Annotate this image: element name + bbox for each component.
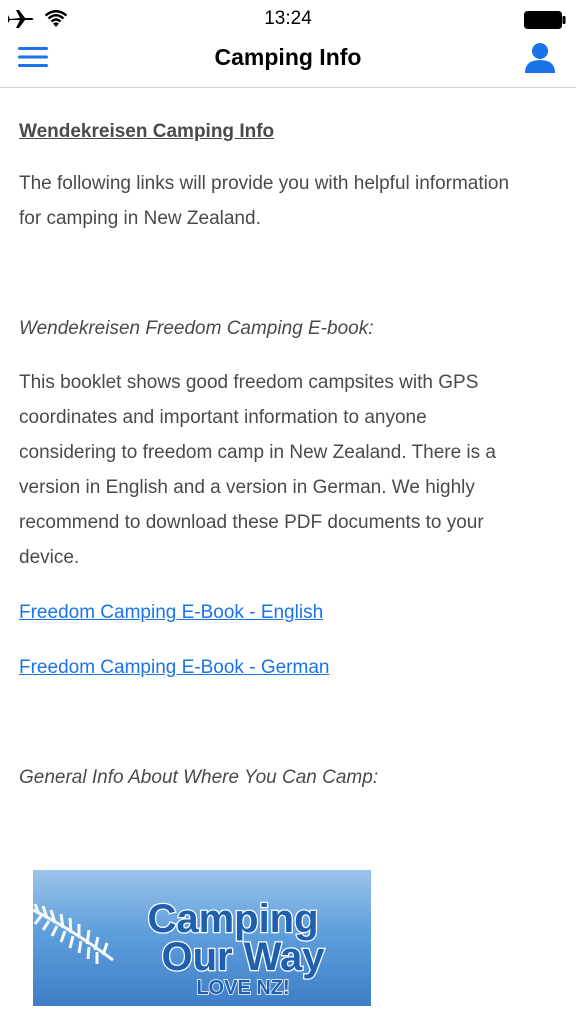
section-heading: Wendekreisen Camping Info — [19, 121, 275, 142]
desc-line: This booklet shows good freedom campsite… — [19, 372, 479, 393]
ebook-description: This booklet shows good freedom campsite… — [19, 365, 549, 575]
banner-line3: LOVE NZ! — [196, 977, 289, 999]
ebook-section-title: Wendekreisen Freedom Camping E-book: — [19, 318, 374, 339]
profile-button[interactable] — [522, 40, 562, 76]
ebook-english-link[interactable]: Freedom Camping E-Book - English — [19, 602, 323, 624]
nav-bar: Camping Info — [0, 38, 576, 88]
desc-line: recommend to download these PDF document… — [19, 512, 484, 533]
status-bar: 13:24 — [0, 0, 576, 38]
general-info-title: General Info About Where You Can Camp: — [19, 767, 379, 788]
camping-our-way-banner[interactable]: Camping Our Way LOVE NZ! — [33, 870, 371, 1006]
desc-line: version in English and a version in Germ… — [19, 477, 475, 498]
intro-line: for camping in New Zealand. — [19, 208, 261, 229]
banner-line2: Our Way — [162, 935, 326, 979]
intro-line: The following links will provide you wit… — [19, 173, 510, 194]
desc-line: coordinates and important information to… — [19, 407, 427, 428]
status-time: 13:24 — [264, 8, 312, 29]
intro-paragraph: The following links will provide you wit… — [19, 166, 549, 236]
desc-line: device. — [19, 547, 80, 568]
profile-icon — [522, 43, 558, 80]
page-title: Camping Info — [214, 44, 362, 70]
fern-logo-icon: Camping Our Way LOVE NZ! — [33, 896, 326, 1000]
battery-icon — [524, 11, 566, 34]
desc-line: considering to freedom camp in New Zeala… — [19, 442, 497, 463]
ebook-german-link[interactable]: Freedom Camping E-Book - German — [19, 657, 329, 679]
